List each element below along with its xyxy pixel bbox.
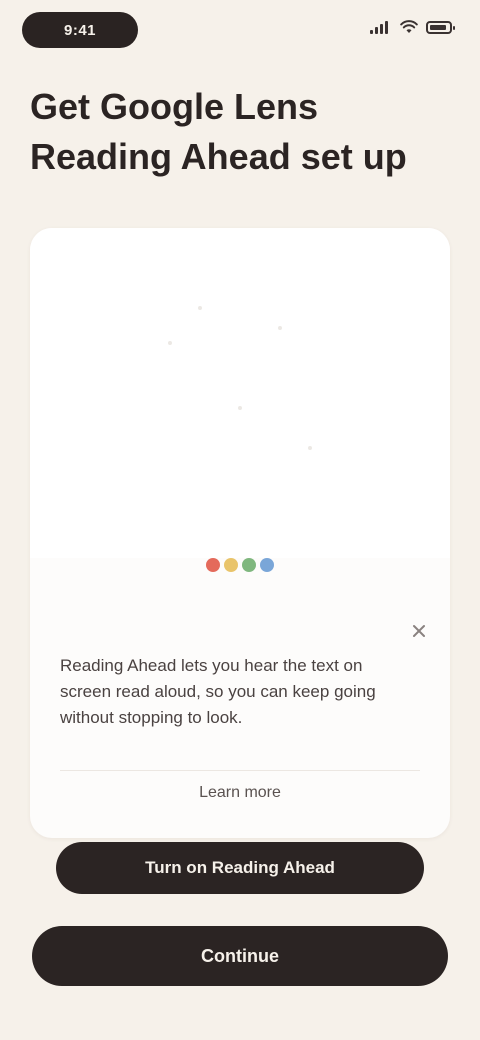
continue-button[interactable]: Continue (32, 926, 448, 986)
logo-dot-yellow (224, 558, 238, 572)
logo-dot-green (242, 558, 256, 572)
card-hero-image (30, 228, 450, 558)
learn-more-link[interactable]: Learn more (30, 784, 450, 802)
status-icons (370, 20, 455, 34)
card-divider (60, 770, 420, 771)
google-logo-icon (206, 558, 274, 572)
logo-dot-blue (260, 558, 274, 572)
battery-icon (426, 20, 455, 34)
card-body-text: Reading Ahead lets you hear the text on … (60, 656, 376, 727)
logo-dot-red (206, 558, 220, 572)
logo-row (30, 558, 450, 572)
page-title: Get Google Lens Reading Ahead set up (30, 86, 407, 177)
close-glyph (413, 625, 425, 637)
status-bar: 9:41 (0, 0, 480, 60)
info-card: Reading Ahead lets you hear the text on … (30, 228, 450, 838)
wifi-icon (400, 20, 418, 33)
signal-icon (370, 20, 392, 34)
status-time: 9:41 (22, 12, 138, 48)
turn-on-button[interactable]: Turn on Reading Ahead (56, 842, 424, 894)
close-icon[interactable] (406, 618, 432, 644)
hero-illustration (168, 306, 312, 450)
